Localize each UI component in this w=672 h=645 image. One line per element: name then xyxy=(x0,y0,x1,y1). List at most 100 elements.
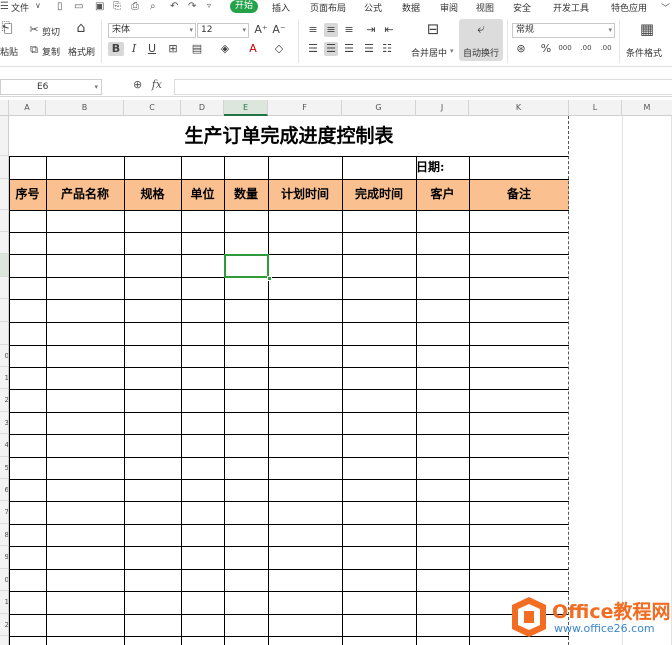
tab-formulas[interactable]: 公式 xyxy=(364,1,382,14)
customize-icon[interactable]: ▿ xyxy=(207,1,211,10)
column-header[interactable]: C xyxy=(124,100,181,116)
copy-button[interactable]: 复制 xyxy=(42,45,60,58)
row-header[interactable]: 3 xyxy=(0,412,8,434)
thousands-button[interactable]: 000 xyxy=(557,41,573,55)
row-header[interactable]: 6 xyxy=(0,479,8,501)
fill-pattern-icon[interactable]: ▤ xyxy=(190,42,204,56)
row-header[interactable]: 8 xyxy=(0,524,8,546)
collapse-icon[interactable]: ﹀ xyxy=(661,1,670,14)
row-header[interactable] xyxy=(0,210,8,232)
fill-handle[interactable] xyxy=(267,276,272,281)
preview-icon[interactable]: ⌕ xyxy=(150,1,156,12)
row-header[interactable]: 1 xyxy=(0,367,8,389)
column-header[interactable]: B xyxy=(46,100,124,116)
menu-icon[interactable]: ☰ xyxy=(0,1,9,12)
conditional-format-button[interactable]: 条件格式 xyxy=(626,46,662,59)
paste-button[interactable]: 粘贴 xyxy=(0,45,18,58)
font-name-select[interactable]: 宋体 ▾ xyxy=(108,23,196,38)
align-right-icon[interactable]: ☰ xyxy=(342,42,356,56)
spreadsheet-grid[interactable]: 生产订单完成进度控制表 日期: 序号 产品名称 规格 单位 数量 计划时间 完成… xyxy=(9,116,672,645)
new-doc-icon[interactable]: ▯ xyxy=(57,1,63,12)
column-header[interactable]: G xyxy=(342,100,416,116)
format-painter-icon[interactable]: ⌂ xyxy=(73,21,89,35)
decimal-decrease-button[interactable]: .00 xyxy=(598,41,614,55)
outdent-icon[interactable]: ⇤ xyxy=(382,23,396,37)
row-header[interactable]: 2 xyxy=(0,614,8,636)
row-header[interactable]: 7 xyxy=(0,501,8,524)
row-header[interactable]: 0 xyxy=(0,345,8,367)
percent-button[interactable]: % xyxy=(539,42,553,56)
align-left-icon[interactable]: ☰ xyxy=(306,42,320,56)
distribute-icon[interactable]: ☷ xyxy=(380,42,394,56)
justify-icon[interactable]: ☰ xyxy=(362,42,376,56)
align-bottom-icon[interactable]: ≡ xyxy=(342,23,356,37)
column-header[interactable]: M xyxy=(622,100,672,116)
row-header[interactable]: 2 xyxy=(0,389,8,412)
fill-color-icon[interactable]: ◈ xyxy=(218,42,232,56)
scissors-icon[interactable]: ✂ xyxy=(28,23,40,37)
font-grow-icon[interactable]: A⁺ xyxy=(254,23,268,37)
row-header[interactable] xyxy=(0,322,8,345)
fx-icon[interactable]: fx xyxy=(152,78,162,91)
column-header[interactable]: D xyxy=(181,100,224,116)
copy-icon[interactable]: ⧉ xyxy=(28,43,40,57)
row-header[interactable] xyxy=(0,116,8,156)
export-icon[interactable]: ⎘ xyxy=(113,1,121,12)
save-icon[interactable]: ▣ xyxy=(95,1,104,12)
column-header[interactable]: L xyxy=(569,100,622,116)
undo-icon[interactable]: ↶ xyxy=(170,1,178,12)
active-cell-e6[interactable] xyxy=(224,254,269,278)
formula-input[interactable] xyxy=(174,79,672,95)
format-painter-button[interactable]: 格式刷 xyxy=(68,45,95,58)
zoom-icon[interactable]: ⊕ xyxy=(133,78,142,91)
file-menu[interactable]: 文件 xyxy=(11,1,29,14)
wrap-text-button[interactable]: ⤶ 自动换行 xyxy=(459,19,503,61)
select-all-corner[interactable] xyxy=(0,100,9,116)
column-header[interactable]: A xyxy=(9,100,46,116)
merge-center-button[interactable]: 合并居中 xyxy=(411,46,447,59)
indent-icon[interactable]: ⇥ xyxy=(364,23,378,37)
conditional-format-icon[interactable]: ▦ xyxy=(638,22,656,37)
font-size-select[interactable]: 12 ▾ xyxy=(197,23,249,38)
font-color-icon[interactable]: A xyxy=(246,42,260,56)
decimal-increase-button[interactable]: .00 xyxy=(578,41,594,55)
tab-security[interactable]: 安全 xyxy=(513,1,531,14)
row-header[interactable]: 9 xyxy=(0,546,8,569)
column-header[interactable]: J xyxy=(416,100,469,116)
row-header[interactable]: 5 xyxy=(0,457,8,479)
clear-format-icon[interactable]: ◇ xyxy=(272,42,286,56)
row-header[interactable] xyxy=(0,232,8,254)
row-header-active[interactable] xyxy=(0,254,8,277)
align-top-icon[interactable]: ≡ xyxy=(306,23,320,37)
column-header[interactable]: F xyxy=(268,100,342,116)
currency-icon[interactable]: ⊛ xyxy=(514,42,528,56)
chevron-down-icon[interactable]: ∨ xyxy=(35,1,41,10)
align-middle-icon[interactable]: ≡ xyxy=(324,23,338,37)
tab-special[interactable]: 特色应用 xyxy=(611,1,647,14)
print-icon[interactable]: ⎙ xyxy=(131,1,139,12)
italic-button[interactable]: I xyxy=(128,42,140,56)
paste-icon[interactable]: ⎗ xyxy=(0,21,14,35)
row-header[interactable] xyxy=(0,277,8,299)
column-header[interactable]: K xyxy=(469,100,569,116)
row-header[interactable]: 1 xyxy=(0,591,8,614)
row-header[interactable]: 0 xyxy=(0,569,8,591)
align-center-icon[interactable]: ☰ xyxy=(324,42,338,56)
row-header[interactable] xyxy=(0,299,8,322)
row-header[interactable] xyxy=(0,156,8,179)
row-header[interactable] xyxy=(0,179,8,210)
tab-data[interactable]: 数据 xyxy=(402,1,420,14)
tab-review[interactable]: 审阅 xyxy=(440,1,458,14)
tab-developer[interactable]: 开发工具 xyxy=(553,1,589,14)
row-header[interactable]: 4 xyxy=(0,434,8,457)
open-folder-icon[interactable]: ▭ xyxy=(74,1,83,12)
tab-insert[interactable]: 插入 xyxy=(272,1,290,14)
cut-button[interactable]: 剪切 xyxy=(42,25,60,38)
tab-home[interactable]: 开始 xyxy=(230,0,259,13)
tab-view[interactable]: 视图 xyxy=(476,1,494,14)
font-shrink-icon[interactable]: A⁻ xyxy=(272,23,286,37)
tab-page-layout[interactable]: 页面布局 xyxy=(310,1,346,14)
redo-icon[interactable]: ↷ xyxy=(188,1,196,12)
name-box[interactable]: E6 ▾ xyxy=(0,79,102,95)
number-format-select[interactable]: 常规 ▾ xyxy=(512,23,615,38)
